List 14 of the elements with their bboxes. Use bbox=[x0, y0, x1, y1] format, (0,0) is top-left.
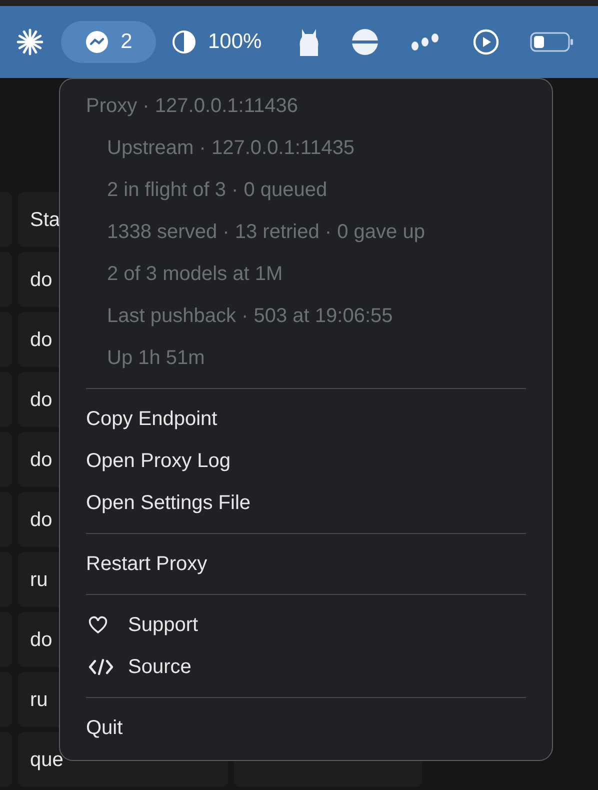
menu-header: Proxy · 127.0.0.1:11436 bbox=[86, 94, 299, 119]
display-level: 100% bbox=[208, 29, 262, 56]
contrast-icon[interactable] bbox=[172, 30, 196, 54]
status-badge[interactable]: 2 bbox=[61, 21, 156, 63]
llama-icon[interactable] bbox=[298, 27, 320, 57]
striped-circle-icon[interactable] bbox=[350, 28, 379, 56]
play-icon[interactable] bbox=[472, 29, 499, 55]
heart-icon bbox=[88, 616, 108, 634]
code-icon bbox=[88, 658, 114, 676]
status-line: Upstream · 127.0.0.1:11435 bbox=[106, 136, 356, 161]
dots-icon[interactable] bbox=[410, 32, 440, 52]
chart-icon bbox=[84, 30, 109, 54]
battery-icon[interactable] bbox=[530, 31, 574, 53]
sparkle-icon[interactable] bbox=[16, 28, 44, 56]
